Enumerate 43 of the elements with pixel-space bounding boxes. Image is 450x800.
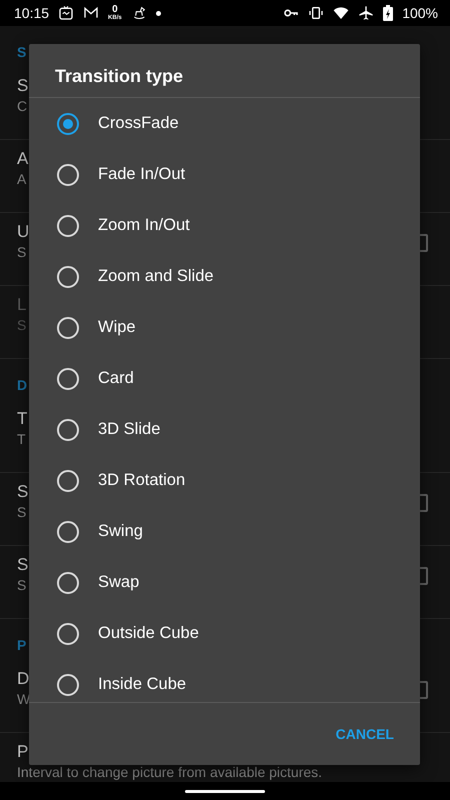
setting-summary: C: [17, 98, 28, 115]
setting-title: S: [17, 76, 28, 96]
option-label[interactable]: Zoom and Slide: [98, 267, 214, 286]
radio-button[interactable]: [57, 112, 79, 134]
option-label[interactable]: Wipe: [98, 318, 136, 337]
option-label[interactable]: Outside Cube: [98, 624, 199, 643]
setting-title: A: [17, 149, 28, 169]
setting-title: T: [17, 409, 28, 429]
section-header: S: [17, 44, 26, 60]
setting-summary: S: [17, 317, 26, 334]
setting-summary: S: [17, 244, 26, 261]
setting-title: S: [17, 482, 28, 502]
setting-title: D: [17, 669, 30, 689]
section-header: D: [17, 377, 28, 393]
tv-icon: [58, 5, 74, 21]
option-label[interactable]: CrossFade: [98, 114, 179, 133]
home-handle[interactable]: [185, 790, 265, 792]
setting-title: P: [17, 742, 28, 762]
option-label[interactable]: Swing: [98, 522, 143, 541]
notification-dot-icon: [156, 10, 161, 16]
option-label[interactable]: Zoom In/Out: [98, 216, 190, 235]
setting-title: L: [17, 295, 26, 315]
clock-time: 10:15: [14, 5, 50, 21]
dialog-title: Transition type: [55, 66, 184, 86]
battery-icon: [383, 5, 394, 21]
setting-summary: S: [17, 577, 26, 594]
setting-title: S: [17, 555, 28, 575]
setting-summary: T: [17, 431, 26, 448]
airplane-icon: [358, 5, 374, 21]
option-label[interactable]: 3D Rotation: [98, 471, 186, 490]
battery-percent: 100%: [402, 5, 438, 21]
option-label[interactable]: 3D Slide: [98, 420, 160, 439]
setting-summary: Interval to change picture from available pictures.: [17, 764, 322, 781]
option-label[interactable]: Card: [98, 369, 134, 388]
setting-summary: A: [17, 171, 26, 188]
section-header: P: [17, 637, 26, 653]
option-label[interactable]: Inside Cube: [98, 675, 186, 694]
setting-summary: S: [17, 504, 26, 521]
vibrate-icon: [308, 5, 324, 21]
option-label[interactable]: Fade In/Out: [98, 165, 186, 184]
wifi-icon: [333, 5, 350, 21]
setting-title: U: [17, 222, 30, 242]
option-label[interactable]: Swap: [98, 573, 140, 592]
